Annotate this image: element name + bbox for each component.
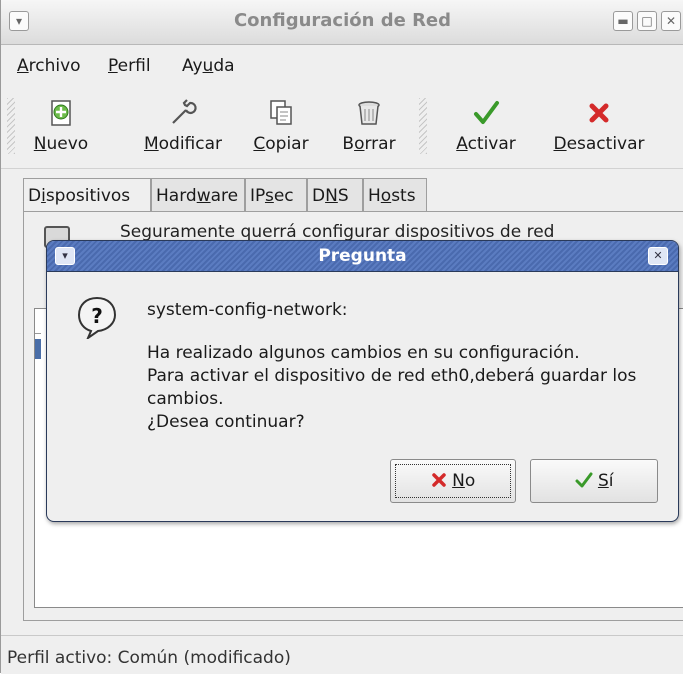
- modificar-button[interactable]: Modificar: [127, 98, 239, 154]
- menu-archivo[interactable]: Archivo: [17, 56, 81, 76]
- x-icon: [589, 103, 609, 123]
- question-dialog: ▾ Pregunta ✕ ? system-config-network: Ha…: [46, 240, 679, 522]
- check-icon: [575, 472, 593, 488]
- close-icon: ✕: [653, 249, 663, 262]
- maximize-button[interactable]: □: [637, 11, 657, 31]
- dialog-close-button[interactable]: ✕: [648, 247, 668, 265]
- panel-hint: Seguramente querrá configurar dispositiv…: [120, 222, 555, 242]
- nuevo-button[interactable]: Nuevo: [23, 98, 99, 154]
- tab-hardware[interactable]: Hardware: [151, 178, 245, 212]
- copy-icon: [270, 100, 292, 125]
- minimize-icon: ▬: [617, 14, 629, 28]
- menu-bar: Archivo Perfil Ayuda: [1, 46, 683, 86]
- new-icon: [51, 100, 71, 126]
- trash-icon: [358, 101, 380, 125]
- dialog-line: cambios.: [147, 389, 224, 409]
- dialog-source: system-config-network:: [147, 300, 348, 320]
- check-icon: [474, 101, 499, 124]
- title-bar[interactable]: ▾ Configuración de Red ▬ □ ✕: [1, 0, 683, 45]
- tab-ipsec[interactable]: IPsec: [245, 178, 307, 212]
- close-icon: ✕: [665, 14, 677, 28]
- toolbar-grip[interactable]: [7, 98, 15, 154]
- menu-perfil[interactable]: Perfil: [108, 56, 151, 76]
- list-header[interactable]: [35, 309, 41, 334]
- dialog-line: Ha realizado algunos cambios en su confi…: [147, 343, 580, 363]
- close-button[interactable]: ✕: [661, 11, 681, 31]
- selected-row[interactable]: [35, 339, 41, 359]
- tab-hosts[interactable]: Hosts: [363, 178, 427, 212]
- si-button[interactable]: Sí: [530, 459, 658, 503]
- activar-button[interactable]: Activar: [441, 98, 531, 154]
- svg-text:?: ?: [91, 304, 103, 328]
- no-button[interactable]: No: [390, 459, 516, 503]
- dialog-question: ¿Desea continuar?: [147, 412, 305, 432]
- tab-dispositivos[interactable]: Dispositivos: [23, 178, 151, 214]
- dialog-title-bar[interactable]: ▾ Pregunta ✕: [47, 241, 678, 272]
- window-title: Configuración de Red: [233, 10, 452, 31]
- x-icon: [431, 473, 446, 487]
- toolbar: Nuevo Modificar Copiar Borrar Activar De…: [1, 88, 683, 169]
- maximize-icon: □: [641, 14, 653, 28]
- borrar-button[interactable]: Borrar: [331, 98, 407, 154]
- menu-ayuda[interactable]: Ayuda: [182, 56, 235, 76]
- copiar-button[interactable]: Copiar: [239, 98, 323, 154]
- dialog-line: Para activar el dispositivo de red eth0,…: [147, 366, 637, 386]
- tab-dns[interactable]: DNS: [307, 178, 363, 212]
- question-icon: ?: [77, 296, 117, 339]
- desactivar-button[interactable]: Desactivar: [543, 98, 655, 154]
- dialog-title: Pregunta: [318, 246, 407, 266]
- status-text: Perfil activo: Común (modificado): [7, 648, 291, 668]
- toolbar-separator-grip[interactable]: [419, 98, 427, 154]
- dialog-message: system-config-network: Ha realizado algu…: [147, 299, 636, 434]
- status-bar: Perfil activo: Común (modificado): [1, 635, 683, 674]
- minimize-button[interactable]: ▬: [613, 11, 633, 31]
- wrench-icon: [172, 99, 197, 124]
